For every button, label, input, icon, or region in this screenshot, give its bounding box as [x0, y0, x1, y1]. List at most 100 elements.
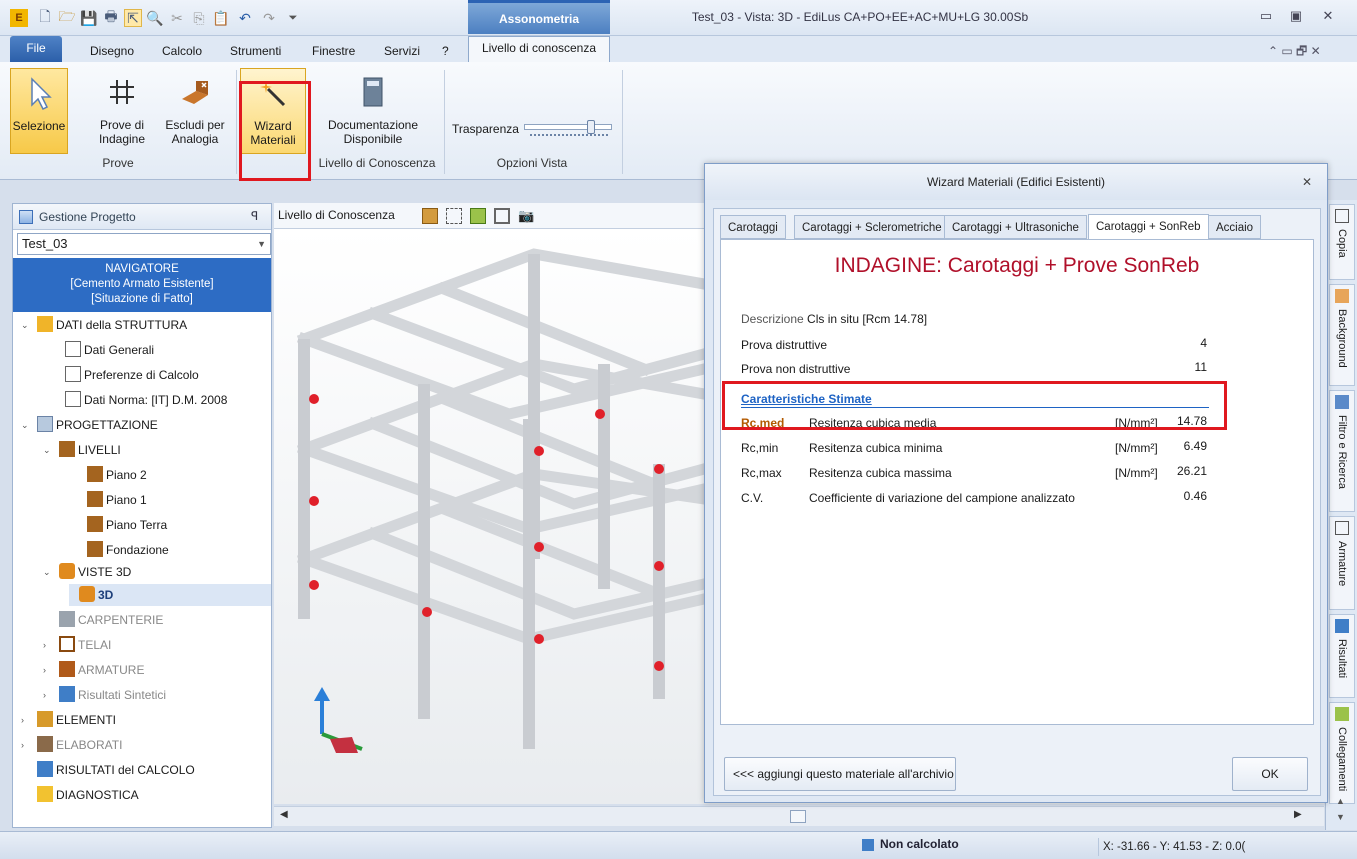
- qat-customize-icon[interactable]: ⏷: [284, 9, 302, 27]
- floor-icon: [87, 541, 103, 557]
- scroll-left-icon[interactable]: ◀: [280, 809, 288, 820]
- floor-icon: [87, 516, 103, 532]
- tab-carotaggi-sonreb[interactable]: Carotaggi + SonReb: [1088, 214, 1209, 240]
- select-pointer-icon[interactable]: ⇱: [124, 9, 142, 27]
- close-icon[interactable]: ✕: [1318, 8, 1338, 24]
- cut-icon[interactable]: ✂: [168, 9, 186, 27]
- rc-min-desc: Resitenza cubica minima: [809, 441, 943, 455]
- tab-servizi[interactable]: Servizi: [378, 40, 426, 63]
- dock-filtro-ricerca[interactable]: Filtro e Ricerca: [1329, 390, 1355, 512]
- tab-carotaggi[interactable]: Carotaggi: [720, 215, 786, 239]
- expand-icon[interactable]: ›: [43, 685, 53, 705]
- tree-fondazione[interactable]: Fondazione: [87, 540, 169, 560]
- new-file-icon[interactable]: 🗋: [36, 8, 54, 27]
- maximize-icon[interactable]: ▣: [1286, 8, 1306, 24]
- tree-elaborati[interactable]: ELABORATI: [37, 735, 122, 755]
- tree-dati-struttura[interactable]: DATI della STRUTTURA: [37, 315, 187, 335]
- collapse-icon[interactable]: ⌄: [21, 315, 31, 335]
- escludi-per-analogia-button[interactable]: Escludi per Analogia: [160, 68, 230, 154]
- tree-risultati-sintetici[interactable]: Risultati Sintetici: [59, 685, 166, 705]
- expand-icon[interactable]: ›: [21, 710, 31, 730]
- tab-disegno[interactable]: Disegno: [84, 40, 140, 63]
- tab-carotaggi-ultrasoniche[interactable]: Carotaggi + Ultrasoniche: [944, 215, 1087, 239]
- tab-acciaio[interactable]: Acciaio: [1208, 215, 1262, 239]
- save-icon[interactable]: 💾: [80, 9, 98, 27]
- undo-icon[interactable]: ↶: [236, 9, 254, 27]
- tree-piano-terra[interactable]: Piano Terra: [87, 515, 167, 535]
- layers-icon[interactable]: [470, 208, 486, 224]
- expand-icon[interactable]: ›: [21, 735, 31, 755]
- viewport-toolbar: Livello di Conoscenza ▼ 📷: [274, 203, 714, 245]
- filter-icon[interactable]: [494, 208, 510, 224]
- dock-armature[interactable]: Armature: [1329, 516, 1355, 610]
- horizontal-scrollbar[interactable]: ◀ ▶: [274, 806, 1324, 826]
- tab-help[interactable]: ?: [436, 40, 455, 63]
- tree-dati-norma[interactable]: Dati Norma: [IT] D.M. 2008: [65, 390, 227, 410]
- tree-progettazione[interactable]: PROGETTAZIONE: [37, 415, 158, 435]
- camera-icon[interactable]: 📷: [518, 208, 534, 224]
- solid-view-icon[interactable]: [422, 208, 438, 224]
- project-select[interactable]: Test_03 ▼: [17, 233, 271, 255]
- scroll-thumb[interactable]: [790, 810, 806, 823]
- trasparenza-slider[interactable]: [524, 120, 612, 134]
- collapse-icon[interactable]: ⌄: [43, 562, 53, 582]
- floor-icon: [87, 466, 103, 482]
- tree-livelli[interactable]: LIVELLI: [59, 440, 121, 460]
- tree-dati-generali[interactable]: Dati Generali: [65, 340, 154, 360]
- documentazione-disponibile-button[interactable]: Documentazione Disponibile: [318, 68, 428, 154]
- tree-risultati-calcolo[interactable]: RISULTATI del CALCOLO: [37, 760, 195, 780]
- collapse-icon[interactable]: ⌄: [21, 415, 31, 435]
- scroll-right-icon[interactable]: ▶: [1294, 809, 1302, 820]
- dock-background[interactable]: Background: [1329, 284, 1355, 386]
- expand-icon[interactable]: ›: [43, 660, 53, 680]
- elements-icon: [37, 711, 53, 727]
- tree-armature[interactable]: ARMATURE: [59, 660, 144, 680]
- paste-icon[interactable]: 📋: [212, 9, 230, 27]
- tree-viste-3d[interactable]: VISTE 3D: [59, 562, 131, 582]
- tab-strumenti[interactable]: Strumenti: [224, 40, 287, 63]
- open-folder-icon[interactable]: 🗁: [58, 8, 76, 27]
- ok-button[interactable]: OK: [1232, 757, 1308, 791]
- document-icon: [65, 341, 81, 357]
- zoom-icon[interactable]: 🔍: [146, 9, 164, 27]
- tab-file[interactable]: File: [10, 36, 62, 63]
- scroll-down-icon[interactable]: ▼: [1336, 812, 1345, 822]
- tab-livello-di-conoscenza[interactable]: Livello di conoscenza: [468, 36, 610, 63]
- redo-icon[interactable]: ↷: [260, 9, 278, 27]
- collapse-icon[interactable]: ⌄: [43, 440, 53, 460]
- tree-preferenze[interactable]: Preferenze di Calcolo: [65, 365, 199, 385]
- print-icon[interactable]: 🖶: [102, 8, 120, 27]
- tab-finestre[interactable]: Finestre: [306, 40, 361, 63]
- dock-copia[interactable]: Copia: [1329, 204, 1355, 280]
- prove-di-indagine-button[interactable]: Prove di Indagine: [88, 68, 156, 154]
- tab-carotaggi-sclerometriche[interactable]: Carotaggi + Sclerometriche: [794, 215, 950, 239]
- tree-diagnostica[interactable]: DIAGNOSTICA: [37, 785, 139, 805]
- copy-icon[interactable]: ⎘: [190, 9, 208, 27]
- scroll-up-icon[interactable]: ▲: [1336, 796, 1345, 806]
- tree-telai[interactable]: TELAI: [59, 635, 111, 655]
- beam-exclude-icon: [160, 72, 230, 112]
- wizard-highlight-box: [239, 81, 311, 181]
- ribbon-collapse-icon[interactable]: ⌃ ▭ 🗗 ✕: [1262, 40, 1327, 63]
- minimize-icon[interactable]: ▭: [1256, 8, 1276, 24]
- tree-piano-1[interactable]: Piano 1: [87, 490, 147, 510]
- selezione-button[interactable]: Selezione: [10, 68, 68, 154]
- expand-icon[interactable]: ›: [43, 635, 53, 655]
- wireframe-icon[interactable]: [446, 208, 462, 224]
- rebar-icon: [1335, 521, 1349, 535]
- dock-collegamenti[interactable]: Collegamenti: [1329, 702, 1355, 804]
- prova-non-distruttive-value: 11: [1194, 360, 1207, 374]
- view-mode-select[interactable]: Livello di Conoscenza ▼: [274, 203, 402, 245]
- tree-carpenterie[interactable]: CARPENTERIE: [59, 610, 163, 630]
- tab-calcolo[interactable]: Calcolo: [156, 40, 208, 63]
- dock-risultati[interactable]: Risultati: [1329, 614, 1355, 698]
- slider-thumb[interactable]: [587, 120, 595, 134]
- dialog-close-icon[interactable]: ✕: [1295, 164, 1319, 200]
- tree-piano-2[interactable]: Piano 2: [87, 465, 147, 485]
- add-to-archive-button[interactable]: <<< aggiungi questo materiale all'archiv…: [724, 757, 956, 791]
- tree-3d-view[interactable]: 3D: [79, 585, 113, 605]
- tree-elementi[interactable]: ELEMENTI: [37, 710, 116, 730]
- rc-med-highlight-box: [722, 381, 1227, 430]
- pin-icon[interactable]: ꟼ: [251, 209, 258, 223]
- group-separator: [444, 70, 445, 174]
